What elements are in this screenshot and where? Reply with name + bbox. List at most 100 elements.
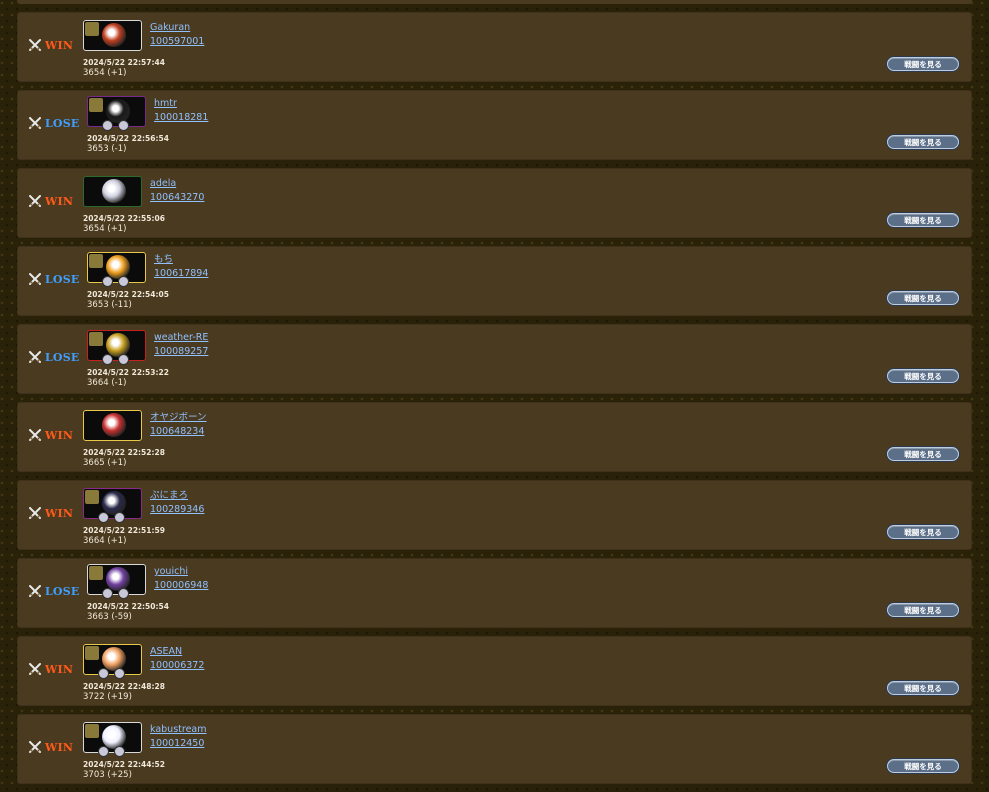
watch-battle-button[interactable]: 戦闘を見る [887,369,959,383]
watch-battle-button[interactable]: 戦闘を見る [887,135,959,149]
crossed-swords-icon [29,351,41,363]
result-label: LOSE [45,272,80,286]
watch-battle-button[interactable]: 戦闘を見る [887,603,959,617]
player-avatar-icon[interactable] [87,330,146,365]
battle-row: WIN ASEAN 100006372 2024/5/22 22:48:28 3… [17,636,972,706]
rating-change: 3654 (+1) [83,68,127,78]
player-name-link[interactable]: Gakuran [150,21,204,35]
medal-icon [98,746,109,757]
battle-result: WIN [29,194,73,208]
watch-battle-button[interactable]: 戦闘を見る [887,291,959,305]
medal-icon [114,746,125,757]
crossed-swords-icon [29,195,41,207]
battle-timestamp: 2024/5/22 22:56:54 [87,134,169,143]
character-icon [102,179,126,203]
battle-meta: 2024/5/22 22:54:05 3653 (-11) [87,289,169,311]
player-avatar-icon[interactable] [83,176,142,207]
result-label: WIN [45,428,74,442]
player-id-link[interactable]: 100012450 [150,737,207,751]
result-label: WIN [45,506,74,520]
battle-result: WIN [29,740,73,754]
battle-meta: 2024/5/22 22:56:54 3653 (-1) [87,133,169,155]
rating-change: 3722 (+19) [83,692,132,702]
battle-row: WIN ぷにまろ 100289346 2024/5/22 22:51:59 36… [17,480,972,550]
battle-meta: 2024/5/22 22:48:28 3722 (+19) [83,681,165,703]
rating-change: 3653 (-11) [87,300,132,310]
player-name-link[interactable]: weather-RE [154,331,208,345]
player-id-link[interactable]: 100018281 [154,111,208,125]
battle-result: LOSE [29,272,79,286]
battle-result: WIN [29,506,73,520]
character-icon [102,647,126,671]
player-avatar-icon[interactable] [83,20,142,51]
rating-change: 3664 (+1) [83,536,127,546]
player-avatar-icon[interactable] [83,488,142,523]
battle-row: LOSE hmtr 100018281 2024/5/22 22:56:54 3… [17,90,972,160]
player-name-link[interactable]: もち [154,253,208,267]
player-id-link[interactable]: 100089257 [154,345,208,359]
player-id-link[interactable]: 100006372 [150,659,204,673]
player-id-link[interactable]: 100597001 [150,35,204,49]
battle-meta: 2024/5/22 22:55:06 3654 (+1) [83,213,165,235]
medal-icon [98,512,109,523]
character-icon [106,255,130,279]
character-icon [102,413,126,437]
player-id-link[interactable]: 100643270 [150,191,204,205]
player-name-link[interactable]: kabustream [150,723,207,737]
medal-icon [114,668,125,679]
rank-badge-icon [85,646,99,660]
battle-meta: 2024/5/22 22:50:54 3663 (-59) [87,601,169,623]
battle-timestamp: 2024/5/22 22:53:22 [87,368,169,377]
battle-timestamp: 2024/5/22 22:52:28 [83,448,165,457]
crossed-swords-icon [29,585,41,597]
result-label: LOSE [45,584,80,598]
battle-result: WIN [29,662,73,676]
battle-row: WIN Gakuran 100597001 2024/5/22 22:57:44… [17,12,972,82]
battle-row: WIN オヤジボーン 100648234 2024/5/22 22:52:28 … [17,402,972,472]
player-avatar-icon[interactable] [83,644,142,679]
player-avatar-icon[interactable] [83,410,142,441]
medal-icon [114,512,125,523]
result-label: WIN [45,740,74,754]
player-avatar-icon[interactable] [83,722,142,757]
player-name-link[interactable]: youichi [154,565,208,579]
result-label: LOSE [45,350,80,364]
battle-meta: 2024/5/22 22:44:52 3703 (+25) [83,759,165,781]
rank-badge-icon [89,254,103,268]
player-name-link[interactable]: adela [150,177,204,191]
watch-battle-button[interactable]: 戦闘を見る [887,759,959,773]
rating-change: 3703 (+25) [83,770,132,780]
player-avatar-icon[interactable] [87,96,146,131]
watch-battle-button[interactable]: 戦闘を見る [887,525,959,539]
rank-badge-icon [89,332,103,346]
crossed-swords-icon [29,429,41,441]
player-id-link[interactable]: 100006948 [154,579,208,593]
player-name-link[interactable]: オヤジボーン [150,411,207,425]
watch-battle-button[interactable]: 戦闘を見る [887,681,959,695]
battle-row: LOSE もち 100617894 2024/5/22 22:54:05 365… [17,246,972,316]
player-avatar-icon[interactable] [87,252,146,287]
player-name-link[interactable]: ぷにまろ [150,489,204,503]
player-links: hmtr 100018281 [154,97,208,125]
player-id-link[interactable]: 100648234 [150,425,207,439]
player-links: ぷにまろ 100289346 [150,489,204,517]
watch-battle-button[interactable]: 戦闘を見る [887,213,959,227]
character-icon [106,567,130,591]
player-id-link[interactable]: 100617894 [154,267,208,281]
rank-badge-icon [89,98,103,112]
player-links: ASEAN 100006372 [150,645,204,673]
battle-row: LOSE youichi 100006948 2024/5/22 22:50:5… [17,558,972,628]
player-links: もち 100617894 [154,253,208,281]
watch-battle-button[interactable]: 戦闘を見る [887,57,959,71]
player-links: adela 100643270 [150,177,204,205]
player-name-link[interactable]: ASEAN [150,645,204,659]
battle-timestamp: 2024/5/22 22:48:28 [83,682,165,691]
player-name-link[interactable]: hmtr [154,97,208,111]
battle-history-list: WIN Gakuran 100597001 2024/5/22 22:57:44… [17,12,972,792]
watch-battle-button[interactable]: 戦闘を見る [887,447,959,461]
player-id-link[interactable]: 100289346 [150,503,204,517]
crossed-swords-icon [29,663,41,675]
battle-timestamp: 2024/5/22 22:51:59 [83,526,165,535]
player-avatar-icon[interactable] [87,564,146,599]
medal-icon [98,668,109,679]
